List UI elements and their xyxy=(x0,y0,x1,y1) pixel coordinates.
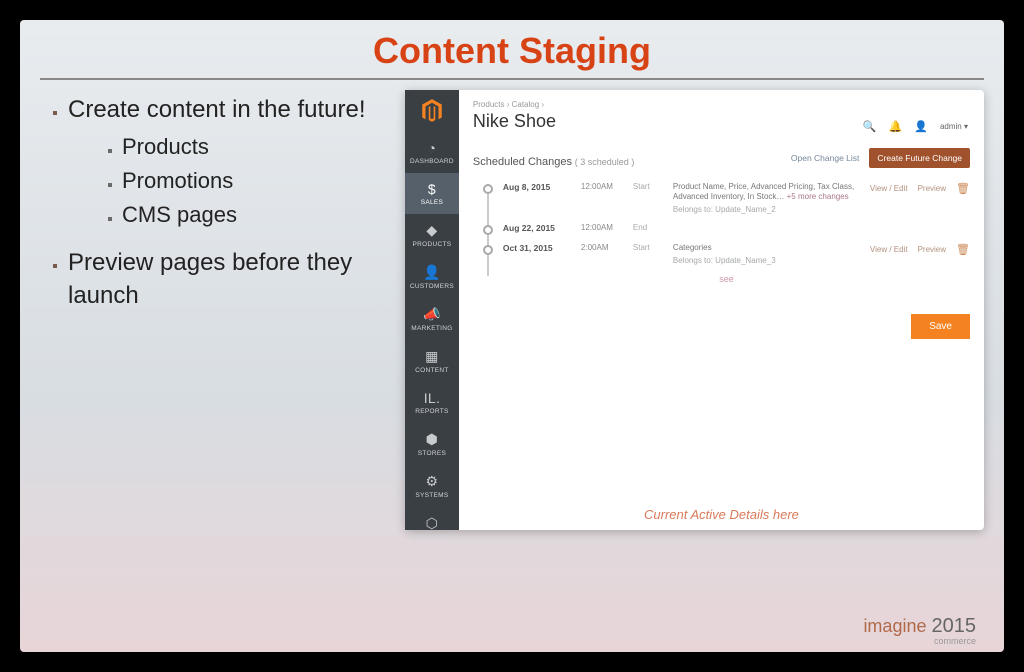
nav-content[interactable]: ▦ CONTENT xyxy=(405,340,459,382)
app-sidebar: ◔ DASHBOARD $ SALES ◆ PRODUCTS 👤 CUSTOME… xyxy=(405,90,459,530)
nav-dashboard[interactable]: ◔ DASHBOARD xyxy=(405,132,459,173)
preview-link[interactable]: Preview xyxy=(918,245,946,254)
footer-year: 2015 xyxy=(932,615,977,637)
megaphone-icon: 📣 xyxy=(407,306,457,323)
scheduled-title: Scheduled Changes xyxy=(473,156,572,168)
timeline-belongs: Belongs to: Update_Name_3 xyxy=(673,256,860,266)
bullet-1-2: Promotions xyxy=(122,166,395,196)
user-icon[interactable]: 👤 xyxy=(914,120,928,133)
user-menu[interactable]: admin ▾ xyxy=(940,122,968,131)
nav-reports[interactable]: ıl. REPORTS xyxy=(405,382,459,423)
breadcrumb[interactable]: Products › Catalog › xyxy=(473,100,970,109)
dashboard-icon: ◔ xyxy=(407,140,457,156)
timeline-dot-icon xyxy=(483,225,493,235)
hex-icon: ⬢ xyxy=(407,431,457,448)
diamond-icon: ◆ xyxy=(407,222,457,239)
timeline-time: 12:00AM xyxy=(581,182,623,191)
slide-body: Create content in the future! Products P… xyxy=(40,90,984,530)
see-more-link[interactable]: see xyxy=(483,274,970,284)
bullet-text: Create content in the future! xyxy=(68,96,366,123)
trash-icon[interactable]: 🗑 xyxy=(956,243,970,256)
nav-systems[interactable]: ⚙ SYSTEMS xyxy=(405,465,459,507)
timeline-actions: View / Edit Preview 🗑 xyxy=(870,182,970,195)
scheduled-count: ( 3 scheduled ) xyxy=(575,157,635,167)
timeline-date: Aug 8, 2015 xyxy=(503,182,571,192)
nav-stores[interactable]: ⬢ STORES xyxy=(405,423,459,465)
bell-icon[interactable]: 🔔 xyxy=(889,120,903,133)
current-active-note: Current Active Details here xyxy=(459,507,984,522)
timeline-actions: View / Edit Preview 🗑 xyxy=(870,243,970,256)
bullet-2: Preview pages before they launch xyxy=(68,247,395,312)
timeline-dot-icon xyxy=(483,245,493,255)
slide-bullets: Create content in the future! Products P… xyxy=(40,90,395,530)
nav-label: DASHBOARD xyxy=(410,158,454,165)
magento-app: ◔ DASHBOARD $ SALES ◆ PRODUCTS 👤 CUSTOME… xyxy=(405,90,984,530)
nav-label: SALES xyxy=(421,199,443,206)
save-row: Save xyxy=(473,314,970,339)
timeline-belongs: Belongs to: Update_Name_2 xyxy=(673,205,860,215)
slide-footer: imagine 2015 commerce xyxy=(863,615,976,646)
create-future-change-button[interactable]: Create Future Change xyxy=(869,148,970,168)
dollar-icon: $ xyxy=(407,181,457,197)
view-edit-link[interactable]: View / Edit xyxy=(870,245,908,254)
scheduled-timeline: Aug 8, 2015 12:00AM Start Product Name, … xyxy=(473,178,970,284)
timeline-startend: Start xyxy=(633,243,663,252)
timeline-date: Aug 22, 2015 xyxy=(503,223,571,233)
timeline-more[interactable]: +5 more changes xyxy=(787,192,849,201)
nav-marketing[interactable]: 📣 MARKETING xyxy=(405,298,459,340)
slide-title: Content Staging xyxy=(40,30,984,80)
nav-label: CUSTOMERS xyxy=(410,283,454,290)
nav-label: CONTENT xyxy=(415,367,449,374)
timeline-startend: Start xyxy=(633,182,663,191)
preview-link[interactable]: Preview xyxy=(918,184,946,193)
nav-products[interactable]: ◆ PRODUCTS xyxy=(405,214,459,256)
timeline-startend: End xyxy=(633,223,663,232)
nav-sales[interactable]: $ SALES xyxy=(405,173,459,214)
bullet-1-3: CMS pages xyxy=(122,200,395,230)
timeline-row: Aug 22, 2015 12:00AM End xyxy=(483,219,970,239)
gear-icon: ⚙ xyxy=(407,473,457,490)
nav-third-party[interactable]: ⬡ THIRD PARTY xyxy=(405,507,459,549)
scheduled-header: Scheduled Changes ( 3 scheduled ) Open C… xyxy=(473,148,970,168)
bar-chart-icon: ıl. xyxy=(407,390,457,406)
timeline-desc: Product Name, Price, Advanced Pricing, T… xyxy=(673,182,860,215)
timeline-desc-text: Categories xyxy=(673,243,712,252)
magento-logo-icon xyxy=(419,98,445,124)
grid-icon: ▦ xyxy=(407,348,457,365)
nav-label: MARKETING xyxy=(411,325,452,332)
person-icon: 👤 xyxy=(407,264,457,281)
nav-label: REPORTS xyxy=(415,408,448,415)
timeline-date: Oct 31, 2015 xyxy=(503,243,571,253)
app-nav: ◔ DASHBOARD $ SALES ◆ PRODUCTS 👤 CUSTOME… xyxy=(405,132,459,549)
trash-icon[interactable]: 🗑 xyxy=(956,182,970,195)
slide: Content Staging Create content in the fu… xyxy=(20,20,1004,652)
topbar-actions: 🔍 🔔 👤 admin ▾ xyxy=(863,120,968,133)
bullet-1-1: Products xyxy=(122,132,395,162)
view-edit-link[interactable]: View / Edit xyxy=(870,184,908,193)
timeline-time: 2:00AM xyxy=(581,243,623,252)
search-icon[interactable]: 🔍 xyxy=(863,120,877,133)
hex-outline-icon: ⬡ xyxy=(407,515,457,532)
timeline-desc: Categories Belongs to: Update_Name_3 xyxy=(673,243,860,266)
save-button[interactable]: Save xyxy=(911,314,970,339)
bullet-text: Preview pages before they launch xyxy=(68,249,352,308)
nav-customers[interactable]: 👤 CUSTOMERS xyxy=(405,256,459,298)
footer-sub: commerce xyxy=(863,636,976,646)
bullet-1: Create content in the future! Products P… xyxy=(68,94,395,229)
timeline-time: 12:00AM xyxy=(581,223,623,232)
nav-label: THIRD PARTY xyxy=(409,534,455,541)
timeline-dot-icon xyxy=(483,184,493,194)
timeline-row: Aug 8, 2015 12:00AM Start Product Name, … xyxy=(483,178,970,219)
open-change-list-link[interactable]: Open Change List xyxy=(791,153,860,163)
footer-brand: imagine xyxy=(863,616,926,636)
app-main: Products › Catalog › Nike Shoe 🔍 🔔 👤 adm… xyxy=(459,90,984,530)
nav-label: PRODUCTS xyxy=(412,241,451,248)
nav-label: SYSTEMS xyxy=(415,492,448,499)
nav-label: STORES xyxy=(418,450,446,457)
timeline-row: Oct 31, 2015 2:00AM Start Categories Bel… xyxy=(483,239,970,270)
